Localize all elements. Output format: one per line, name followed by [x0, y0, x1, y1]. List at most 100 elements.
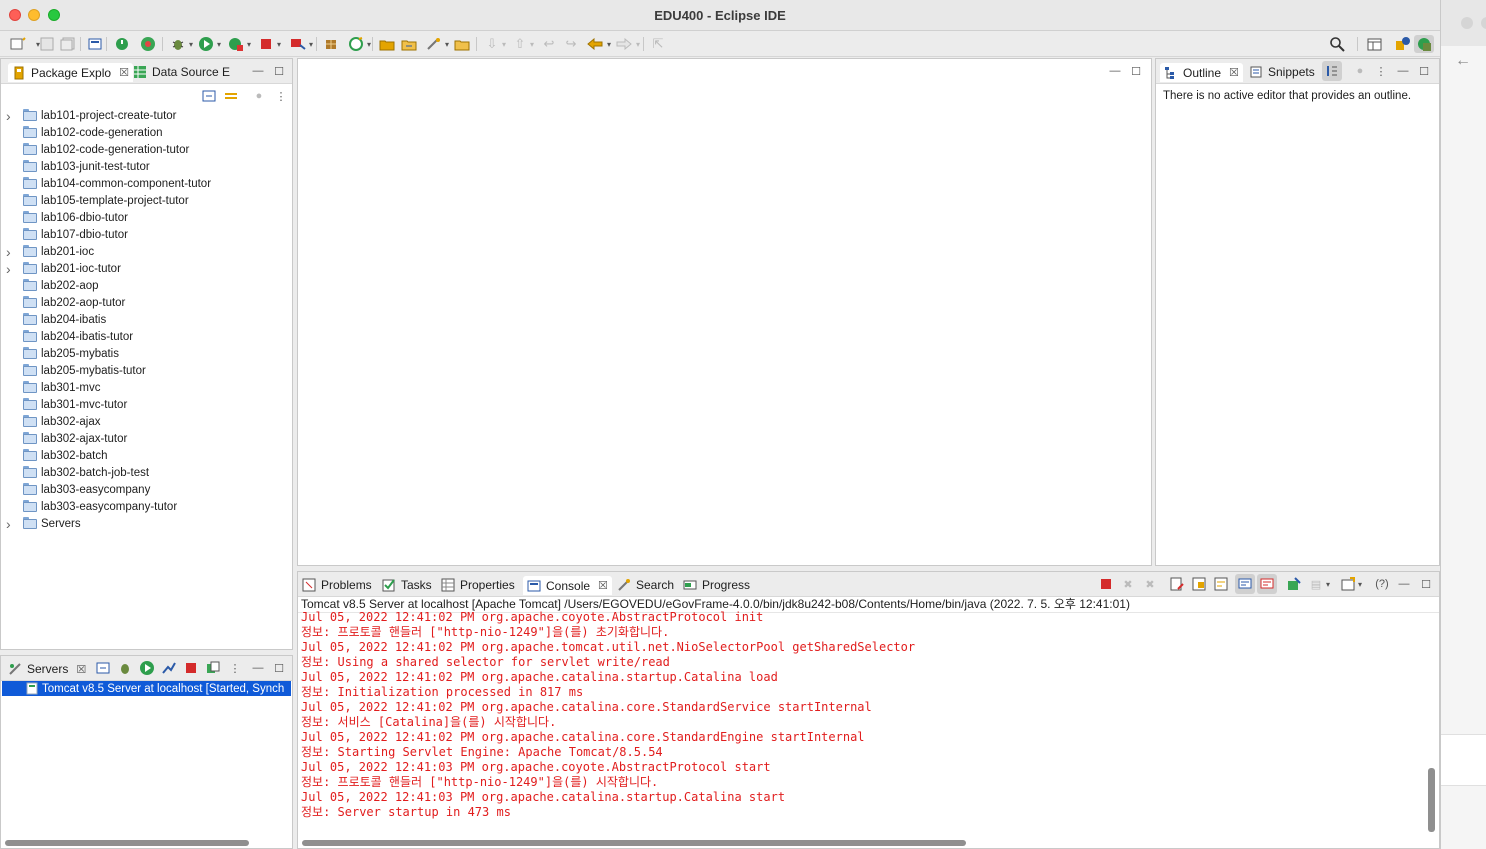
close-tab-icon[interactable]: ☒ — [76, 663, 86, 676]
tree-item[interactable]: lab301-mvc-tutor — [1, 396, 292, 413]
pin-editor-icon[interactable]: ⇱ — [648, 35, 668, 53]
close-tab-icon[interactable]: ☒ — [1229, 66, 1239, 79]
remove-all-terminated-icon[interactable]: ✖ — [1142, 576, 1158, 592]
publish-icon[interactable] — [205, 660, 221, 676]
tree-item[interactable]: lab301-mvc — [1, 379, 292, 396]
tab-progress[interactable]: Progress — [683, 576, 750, 594]
maximize-view-icon[interactable]: ☐ — [271, 660, 287, 676]
last-edit-forward-icon[interactable]: ↪ — [561, 35, 581, 53]
collapse-all-icon[interactable] — [201, 88, 217, 104]
back-arrow-icon[interactable]: ← — [1455, 52, 1471, 70]
open-perspective-folder-icon[interactable] — [452, 35, 472, 53]
tree-item[interactable]: lab107-dbio-tutor — [1, 226, 292, 243]
tab-properties[interactable]: Properties — [441, 576, 515, 594]
maximize-view-icon[interactable]: ☐ — [271, 63, 287, 79]
start-server-icon[interactable] — [139, 660, 155, 676]
tree-item[interactable]: lab205-mybatis-tutor — [1, 362, 292, 379]
tree-item[interactable]: lab303-easycompany — [1, 481, 292, 498]
minimize-view-icon[interactable]: — — [1395, 63, 1411, 79]
save-all-icon[interactable] — [58, 35, 78, 53]
show-on-stdout-icon[interactable] — [1235, 574, 1255, 594]
tree-item[interactable]: lab205-mybatis — [1, 345, 292, 362]
open-type-icon[interactable] — [377, 35, 397, 53]
tree-item[interactable]: lab303-easycompany-tutor — [1, 498, 292, 515]
tree-item[interactable]: lab204-ibatis — [1, 311, 292, 328]
power-icon[interactable] — [112, 35, 132, 53]
tree-item[interactable]: lab302-ajax — [1, 413, 292, 430]
horizontal-scrollbar[interactable] — [5, 840, 249, 846]
tab-servers[interactable]: Servers ☒ — [8, 660, 86, 678]
perspective-java-icon[interactable] — [1393, 35, 1413, 53]
last-edit-back-icon[interactable]: ↩ — [539, 35, 559, 53]
collapse-all-icon[interactable] — [95, 660, 111, 676]
maximize-view-icon[interactable]: ☐ — [1128, 63, 1144, 79]
show-on-stderr-icon[interactable] — [1257, 574, 1277, 594]
tab-package-explorer[interactable]: Package Explo ☒ — [8, 63, 133, 82]
console-output[interactable]: Jul 05, 2022 12:41:02 PM org.apache.coyo… — [301, 610, 1423, 820]
tree-item[interactable]: lab104-common-component-tutor — [1, 175, 292, 192]
link-with-editor-icon[interactable] — [223, 88, 239, 104]
maximize-view-icon[interactable]: ☐ — [1418, 576, 1434, 592]
expand-chevron-icon[interactable]: › — [6, 516, 16, 532]
tree-item[interactable]: lab102-code-generation-tutor — [1, 141, 292, 158]
tab-outline[interactable]: Outline ☒ — [1160, 63, 1243, 82]
tab-console[interactable]: Console ☒ — [523, 576, 612, 595]
tree-item[interactable]: lab103-junit-test-tutor — [1, 158, 292, 175]
tab-data-source-explorer[interactable]: Data Source E — [133, 63, 230, 81]
perspective-open-icon[interactable] — [1365, 35, 1385, 53]
expand-chevron-icon[interactable]: › — [6, 108, 16, 124]
clear-console-icon[interactable] — [1169, 576, 1185, 592]
tree-item[interactable]: lab106-dbio-tutor — [1, 209, 292, 226]
tree-item[interactable]: lab302-ajax-tutor — [1, 430, 292, 447]
debug-server-icon[interactable] — [117, 660, 133, 676]
terminate-icon[interactable] — [1098, 576, 1114, 592]
external-tools-dropdown-icon[interactable]: ▾ — [301, 35, 321, 53]
minimize-view-icon[interactable]: — — [250, 660, 266, 676]
tree-item[interactable]: lab105-template-project-tutor — [1, 192, 292, 209]
expand-chevron-icon[interactable]: › — [6, 244, 16, 260]
open-task-icon[interactable] — [399, 35, 419, 53]
minimize-view-icon[interactable]: — — [250, 63, 266, 79]
tree-item[interactable]: lab102-code-generation — [1, 124, 292, 141]
close-tab-icon[interactable]: ☒ — [119, 66, 129, 79]
minimize-view-icon[interactable]: — — [1396, 576, 1412, 592]
new-icon[interactable] — [8, 35, 28, 53]
server-row[interactable]: Tomcat v8.5 Server at localhost [Started… — [2, 681, 291, 696]
tree-item[interactable]: lab204-ibatis-tutor — [1, 328, 292, 345]
tab-snippets[interactable]: Snippets — [1249, 63, 1315, 81]
maximize-view-icon[interactable]: ☐ — [1416, 63, 1432, 79]
pin-console-icon[interactable] — [1286, 576, 1302, 592]
view-menu-icon[interactable]: ⋮ — [1373, 63, 1389, 79]
help-icon[interactable]: (?) — [1372, 576, 1392, 592]
forward-dropdown-icon[interactable]: ▾ — [628, 35, 648, 53]
new-class-dropdown-icon[interactable]: ▾ — [359, 35, 379, 53]
vertical-scrollbar[interactable] — [1428, 768, 1435, 832]
tab-tasks[interactable]: Tasks — [382, 576, 432, 594]
tree-item[interactable]: lab302-batch — [1, 447, 292, 464]
remove-launch-icon[interactable]: ✖ — [1120, 576, 1136, 592]
perspective-jee-icon[interactable] — [1414, 35, 1434, 53]
tree-item[interactable]: lab202-aop-tutor — [1, 294, 292, 311]
minimize-view-icon[interactable]: — — [1107, 63, 1123, 79]
view-menu-icon[interactable]: ⋮ — [227, 660, 243, 676]
expand-chevron-icon[interactable]: › — [6, 261, 16, 277]
close-tab-icon[interactable]: ☒ — [598, 579, 608, 592]
refresh-icon[interactable] — [138, 35, 158, 53]
tree-item[interactable]: lab302-batch-job-test — [1, 464, 292, 481]
focus-task-icon[interactable]: ● — [1352, 63, 1368, 79]
tree-item[interactable]: lab202-aop — [1, 277, 292, 294]
search-global-icon[interactable] — [1327, 35, 1347, 53]
save-icon[interactable] — [37, 35, 57, 53]
sort-icon[interactable] — [1322, 61, 1342, 81]
stop-server-icon[interactable] — [183, 660, 199, 676]
terminal-icon[interactable] — [85, 35, 105, 53]
stop-dropdown-icon[interactable]: ▾ — [269, 35, 289, 53]
open-console-dropdown-icon[interactable]: ▾ — [1352, 576, 1368, 592]
scroll-lock-icon[interactable] — [1191, 576, 1207, 592]
tree-item[interactable]: › Servers — [1, 515, 292, 532]
tree-item[interactable]: › lab201-ioc — [1, 243, 292, 260]
horizontal-scrollbar[interactable] — [302, 840, 966, 846]
tree-item[interactable]: › lab101-project-create-tutor — [1, 107, 292, 124]
new-java-icon[interactable] — [321, 35, 341, 53]
focus-task-icon[interactable]: ● — [251, 88, 267, 104]
